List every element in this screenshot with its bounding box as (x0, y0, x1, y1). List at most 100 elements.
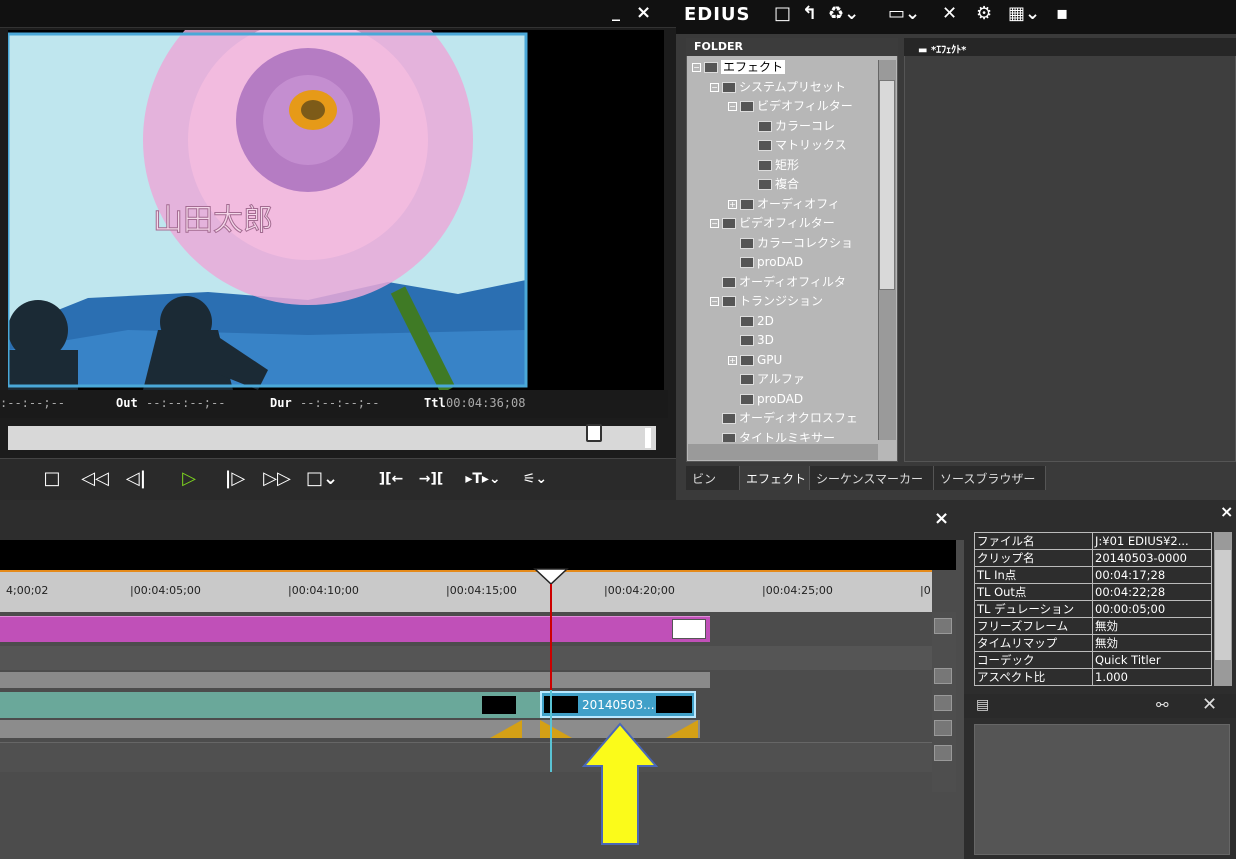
minimize-button[interactable]: _ (612, 2, 632, 24)
loop-play-icon[interactable]: □⌄ (302, 467, 342, 491)
selected-title-clip[interactable]: 20140503... (540, 691, 696, 718)
info-key: アスペクト比 (974, 668, 1093, 686)
stop-icon[interactable]: □ (40, 467, 64, 491)
tree-item-label: エフェクト (721, 60, 786, 74)
info-row: ファイル名 J:¥01 EDIUS¥2... (974, 532, 1212, 550)
folder-icon (758, 120, 772, 132)
tree-item-label: ビデオフィルター (739, 216, 835, 230)
lock-icon[interactable]: ▪ (1056, 3, 1068, 24)
folder-icon (740, 237, 754, 249)
tree-item[interactable]: タイトルミキサー (710, 429, 835, 442)
folder-icon (758, 179, 772, 190)
playhead-line-lower (550, 690, 552, 772)
tree-item[interactable]: − トランジション (710, 292, 823, 311)
tab-bin[interactable]: ビン (686, 466, 740, 490)
info-value: Quick Titler (1092, 651, 1212, 669)
position-slider[interactable] (8, 426, 656, 450)
info-row: TL In点 00:04:17;28 (974, 566, 1212, 584)
up-folder-icon[interactable]: ↰ (802, 3, 817, 24)
audio-track (0, 742, 932, 772)
rewind-icon[interactable]: ◁◁ (80, 467, 110, 491)
info-key: タイムリマップ (974, 634, 1093, 652)
expand-icon[interactable]: + (728, 355, 737, 365)
tree-item[interactable]: オーディオクロスフェ (710, 409, 858, 428)
collapse-icon[interactable]: − (710, 297, 719, 306)
tree-horizontal-scrollbar[interactable] (688, 444, 878, 460)
collapse-icon[interactable]: − (692, 63, 701, 72)
info-effect-toolbar: ▤ ⚯ ✕ (964, 694, 1236, 718)
transition-marker[interactable] (666, 720, 698, 738)
transition-marker[interactable] (490, 720, 522, 738)
scroll-down-icon[interactable] (934, 720, 952, 736)
tree-item[interactable]: カラーコレ (746, 117, 835, 136)
tree-item-label: トランジション (739, 294, 824, 308)
view-mode-icon[interactable]: ▦⌄ (1008, 3, 1040, 24)
tree-item[interactable]: + GPU (728, 351, 782, 370)
tree-item[interactable]: カラーコレクショ (728, 234, 853, 253)
tree-item[interactable]: オーディオフィルタ (710, 273, 846, 292)
effect-list-icon[interactable]: ▤ (976, 697, 989, 713)
timeline-close-button[interactable]: × (934, 508, 949, 529)
remove-effect-icon[interactable]: ✕ (1202, 694, 1217, 715)
add-clip-icon[interactable]: ▭⌄ (888, 3, 920, 24)
effect-settings-icon[interactable]: ⚯ (1156, 696, 1169, 714)
tree-item[interactable]: − ビデオフィルター (728, 97, 853, 116)
ruler-label: |00:04:20;00 (604, 584, 675, 597)
collapse-icon[interactable]: − (728, 102, 737, 111)
tree-item[interactable]: proDAD (728, 390, 803, 409)
expand-icon[interactable]: + (728, 199, 737, 209)
tab-source-browser[interactable]: ソースブラウザー (934, 466, 1046, 490)
collapse-icon[interactable]: − (710, 82, 719, 92)
tree-item[interactable]: proDAD (728, 253, 803, 272)
set-in-icon[interactable]: ][← (376, 467, 406, 491)
set-out-icon[interactable]: →][ (416, 467, 446, 491)
delete-icon[interactable]: ✕ (942, 3, 957, 24)
close-button[interactable]: × (636, 2, 658, 24)
out-timecode: --:--:--;-- (146, 396, 226, 410)
tree-item[interactable]: − システムプリセット (710, 78, 846, 97)
tree-item[interactable]: アルファ (728, 370, 805, 389)
step-back-icon[interactable]: ◁| (124, 467, 148, 491)
title-track-clip[interactable] (0, 616, 710, 642)
scroll-up-icon[interactable] (934, 695, 952, 711)
tab-sequence-marker[interactable]: シーケンスマーカー (810, 466, 934, 490)
video-track-clip[interactable] (0, 692, 540, 718)
info-row: コーデック Quick Titler (974, 651, 1212, 669)
tree-item[interactable]: − ビデオフィルター (710, 214, 835, 233)
new-sequence-icon[interactable]: ♻⌄ (828, 3, 859, 24)
tree-item[interactable]: + オーディオフィ (728, 195, 840, 214)
properties-icon[interactable]: ⚙ (976, 3, 992, 24)
timeline-ruler[interactable]: 4;00;02 |00:04:05;00 |00:04:10;00 |00:04… (0, 570, 932, 612)
collapse-icon[interactable]: − (710, 219, 719, 228)
step-forward-icon[interactable]: |▷ (222, 467, 248, 491)
scroll-down-icon[interactable] (934, 668, 952, 684)
tree-item[interactable]: 矩形 (746, 156, 799, 175)
video-preview: 山田太郎 (8, 30, 664, 390)
clip-thumbnail (672, 619, 706, 639)
timecode-bar: :--:--;-- Out --:--:--;-- Dur --:--:--;-… (0, 390, 668, 418)
tree-item[interactable]: 3D (728, 331, 774, 350)
tree-scroll-thumb[interactable] (879, 80, 895, 290)
transition-marker[interactable] (540, 720, 572, 738)
play-icon[interactable]: ▷ (176, 467, 202, 491)
tree-item[interactable]: 複合 (746, 175, 799, 194)
output-menu-icon[interactable]: ⚟⌄ (520, 467, 550, 491)
folder-header: FOLDER (686, 38, 898, 56)
tab-effect[interactable]: エフェクト (740, 466, 810, 490)
fast-forward-icon[interactable]: ▷▷ (262, 467, 292, 491)
tree-item[interactable]: 2D (728, 312, 774, 331)
transport-bar: □ ◁◁ ◁| ▷ |▷ ▷▷ □⌄ ][← →][ ▸T▸⌄ ⚟⌄ (0, 458, 676, 500)
scroll-up-icon[interactable] (934, 745, 952, 761)
effect-list-header: ▬ *ｴﾌｪｸﾄ* (904, 38, 1236, 56)
tree-item[interactable]: − エフェクト (692, 58, 786, 77)
info-scroll-thumb[interactable] (1215, 550, 1231, 660)
folder-icon (722, 276, 736, 288)
position-slider-knob[interactable] (586, 424, 602, 442)
tree-item[interactable]: マトリックス (746, 136, 847, 155)
info-close-button[interactable]: × (1220, 502, 1233, 521)
track-row-lower (0, 672, 710, 688)
folder-icon[interactable]: □ (774, 3, 791, 24)
scroll-up-icon[interactable] (934, 618, 952, 634)
insert-mode-icon[interactable]: ▸T▸⌄ (458, 467, 508, 491)
tree-item-label: システムプリセット (739, 79, 846, 94)
